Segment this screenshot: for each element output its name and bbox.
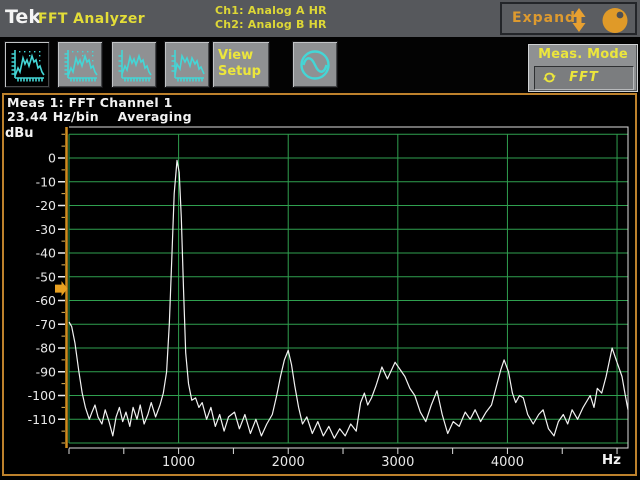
averaging-status: Averaging	[118, 109, 192, 124]
y-tick-label: -40	[36, 246, 56, 261]
x-tick-label: 4000	[491, 455, 524, 470]
x-tick-label: 3000	[381, 455, 414, 470]
meas-subtitle: 23.44 Hz/bin Averaging	[7, 109, 192, 124]
y-tick-label: -50	[36, 269, 56, 284]
x-tick-label: 1000	[162, 455, 195, 470]
spectrum-plot: 0 -10 -20 -30 -40 -50 -60 -70 -80 -90 -100 -110 1000…	[0, 0, 640, 480]
y-tick-label: -30	[36, 222, 56, 237]
y-tick-label: -100	[28, 388, 56, 403]
bin-resolution: 23.44 Hz/bin	[7, 109, 99, 124]
x-tick-label: 2000	[272, 455, 305, 470]
x-axis-unit-label: Hz	[602, 452, 621, 468]
meas-title: Meas 1: FFT Channel 1	[7, 95, 173, 110]
plot-frame	[69, 127, 628, 448]
fft-trace	[69, 160, 628, 438]
y-tick-label: -60	[36, 293, 56, 308]
y-tick-label: -70	[36, 317, 56, 332]
y-tick-label: -10	[36, 174, 56, 189]
y-tick-label: 0	[48, 151, 56, 166]
y-tick-label: -90	[36, 364, 56, 379]
y-axis-unit-label: dBu	[5, 126, 33, 141]
y-tick-label: -80	[36, 341, 56, 356]
y-tick-label: -20	[36, 198, 56, 213]
y-tick-label: -110	[28, 412, 56, 427]
